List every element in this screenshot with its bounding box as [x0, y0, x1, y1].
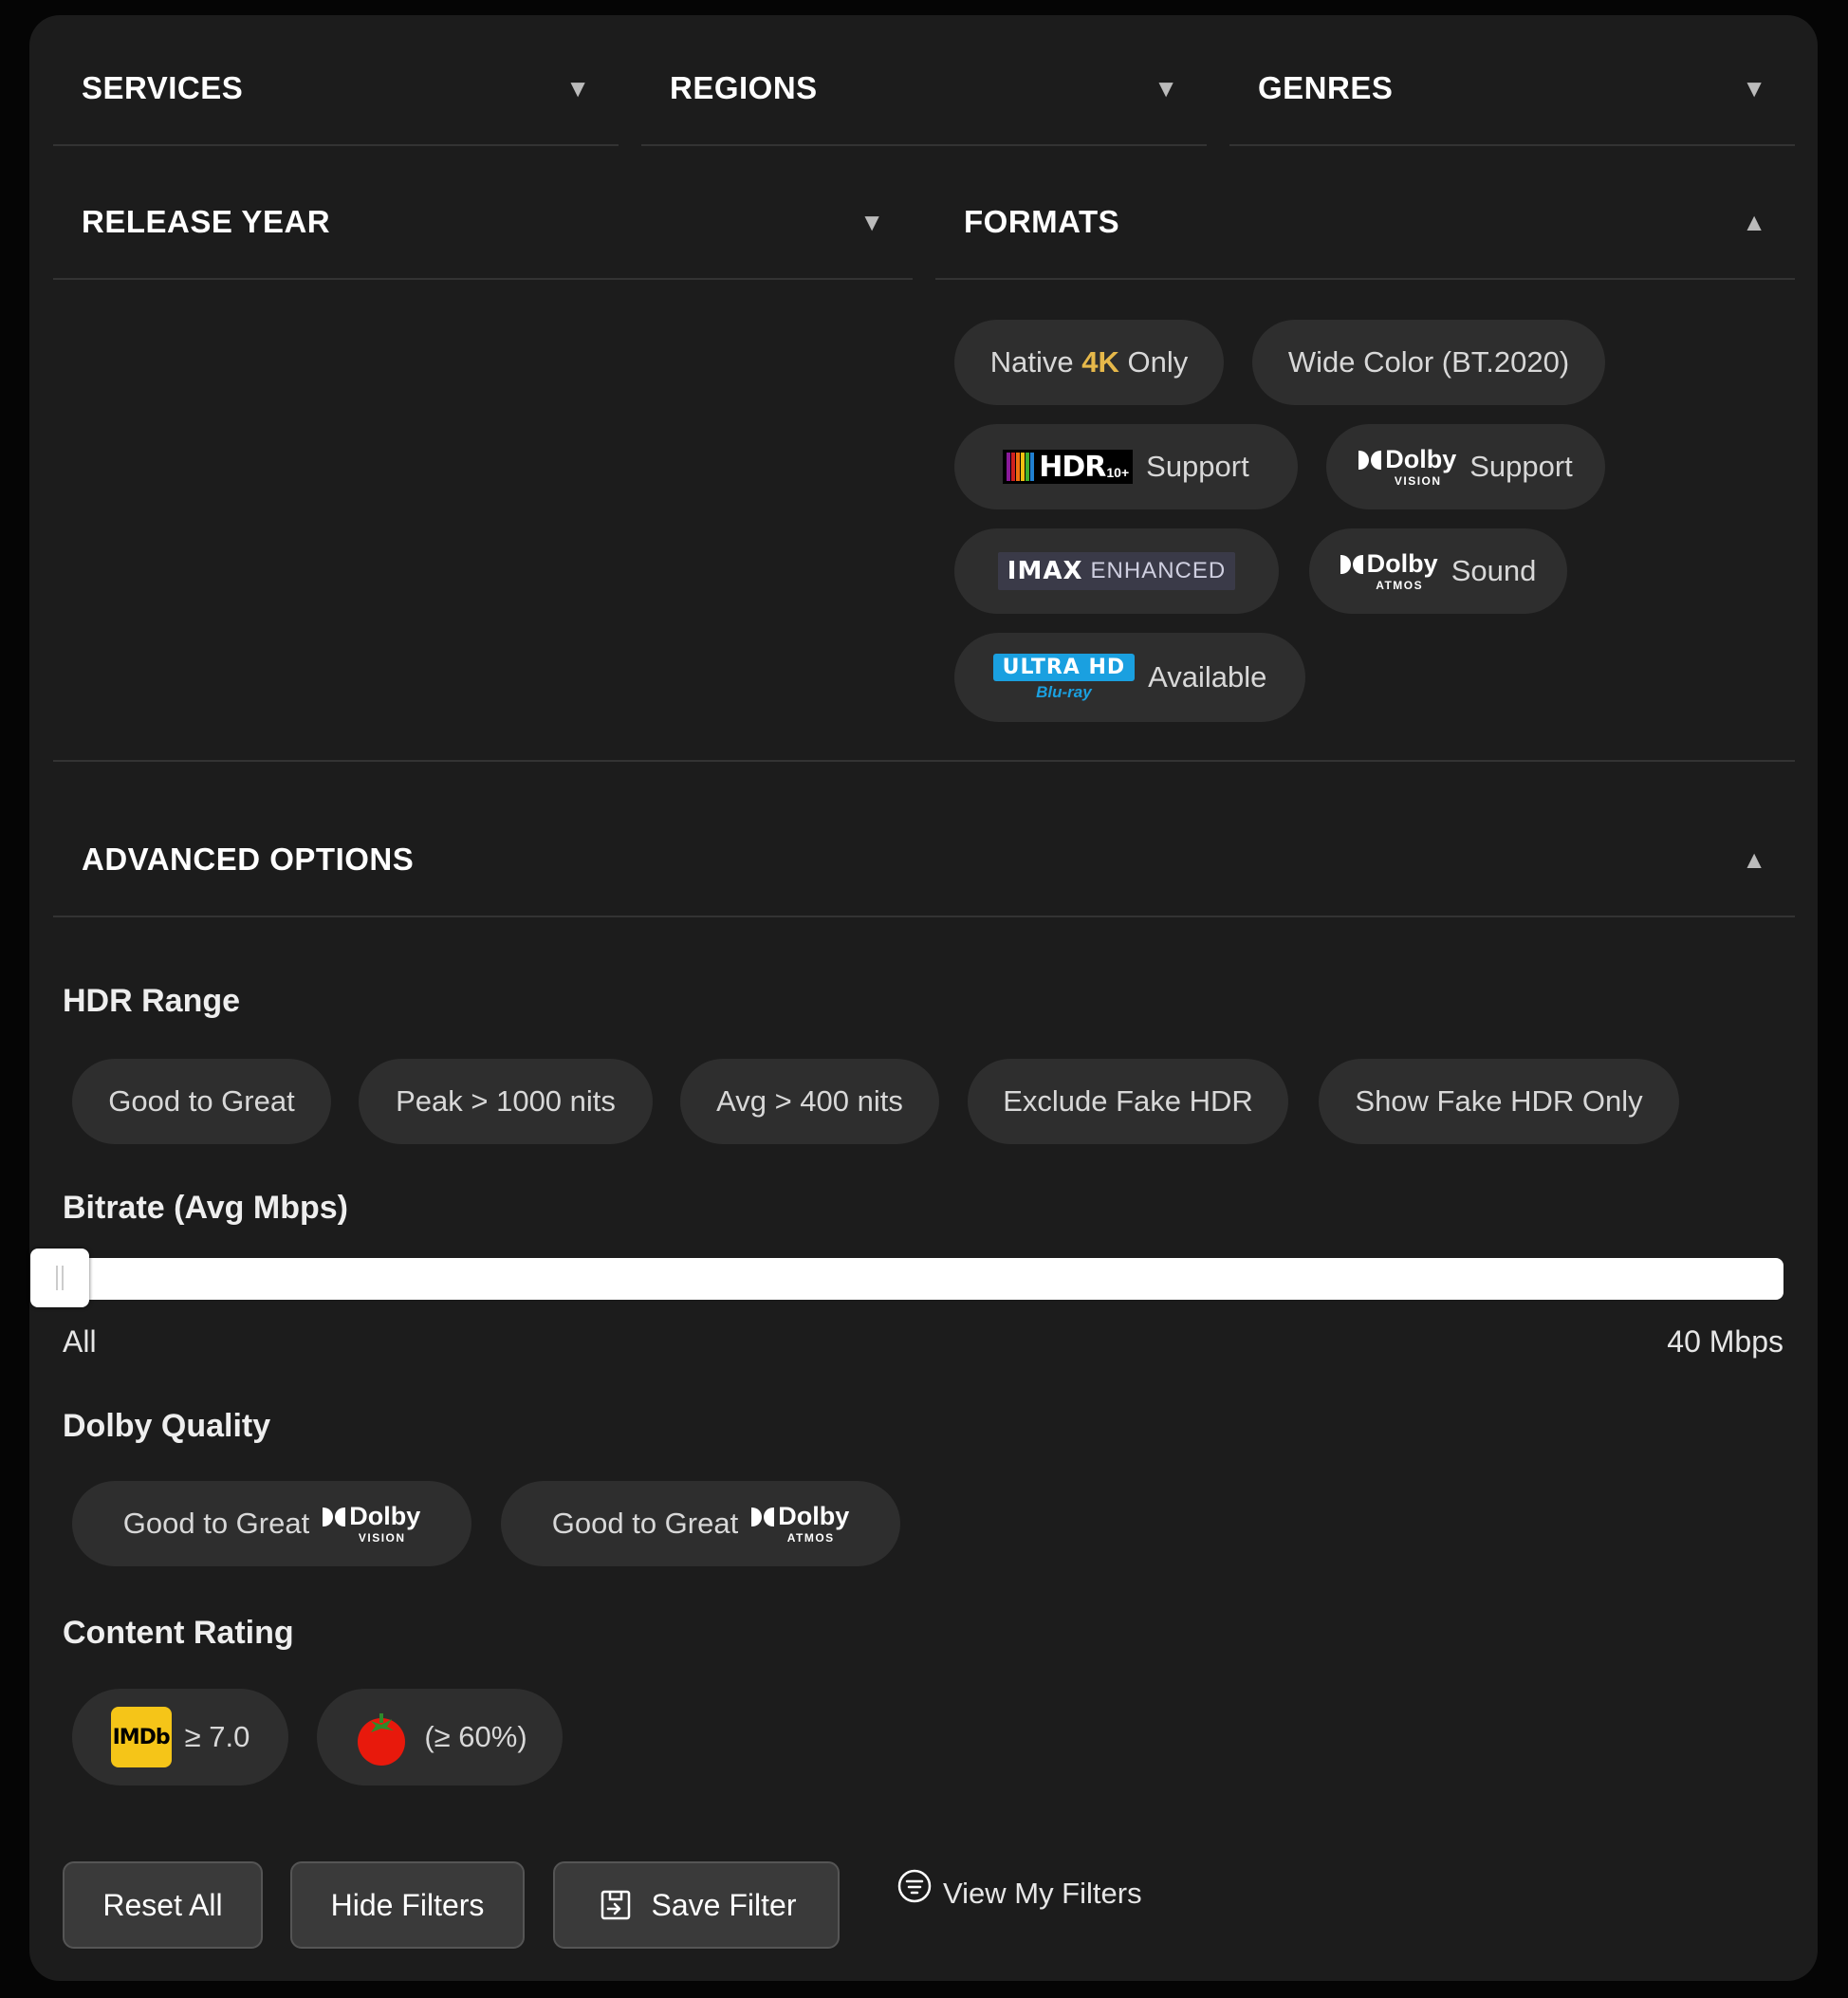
pill-label: Show Fake HDR Only: [1355, 1084, 1643, 1118]
hdr-good-to-great-pill[interactable]: Good to Great: [72, 1059, 331, 1144]
genres-dropdown[interactable]: GENRES ▼: [1229, 15, 1795, 146]
hdr10plus-label: Support: [1146, 450, 1249, 483]
uhd-logo-top: ULTRA HD: [992, 653, 1136, 681]
dolby-vision-sub: VISION: [1394, 474, 1442, 488]
dolby-atmos-logo: Dolby ATMOS: [1340, 551, 1438, 591]
hdr10plus-logo: HDR 10+: [1003, 450, 1134, 484]
show-fake-hdr-only-pill[interactable]: Show Fake HDR Only: [1319, 1059, 1679, 1144]
filter-list-icon: [897, 1869, 932, 1903]
chevron-up-icon: ▲: [1742, 208, 1766, 236]
hdr-avg-400-pill[interactable]: Avg > 400 nits: [680, 1059, 939, 1144]
uhd-bluray-label: Available: [1148, 660, 1267, 694]
save-filter-button[interactable]: Save Filter: [553, 1861, 840, 1949]
imdb-rating-pill[interactable]: IMDb ≥ 7.0: [72, 1689, 288, 1785]
imax-logo-a: IMAX: [1007, 557, 1083, 585]
wide-color-pill[interactable]: Wide Color (BT.2020): [1252, 320, 1605, 405]
advanced-options-title: ADVANCED OPTIONS: [82, 842, 415, 877]
tomato-icon: [358, 1713, 406, 1766]
imdb-logo-icon: IMDb: [110, 1707, 172, 1767]
dolby-vision-pill[interactable]: Dolby VISION Support: [1326, 424, 1605, 509]
reset-all-label: Reset All: [102, 1887, 223, 1922]
filter-panel: SERVICES ▼ REGIONS ▼ GENRES ▼ RELEASE YE…: [29, 15, 1818, 1981]
rotten-tomatoes-label: (≥ 60%): [424, 1720, 527, 1753]
native-4k-pill[interactable]: Native 4K Only: [954, 320, 1224, 405]
services-label: SERVICES: [82, 70, 244, 105]
bitrate-slider-thumb[interactable]: [30, 1249, 89, 1307]
native-4k-highlight: 4K: [1081, 345, 1119, 379]
uhd-logo-bottom: Blu-ray: [1036, 682, 1092, 701]
regions-label: REGIONS: [670, 70, 818, 105]
imdb-rating-label: ≥ 7.0: [184, 1720, 250, 1753]
hdr10-logo-text: HDR: [1039, 450, 1106, 484]
chevron-down-icon: ▼: [1154, 74, 1178, 102]
formats-label: FORMATS: [964, 204, 1120, 239]
save-filter-icon: [601, 1890, 630, 1920]
hide-filters-button[interactable]: Hide Filters: [290, 1861, 525, 1949]
dolby-atmos-pill[interactable]: Dolby ATMOS Sound: [1309, 528, 1567, 614]
pill-label: Good to Great: [108, 1084, 295, 1118]
native-suffix: Only: [1118, 345, 1189, 379]
hide-filters-label: Hide Filters: [330, 1887, 485, 1922]
dolby-atmos-quality-pill[interactable]: Good to Great Dolby ATMOS: [501, 1481, 900, 1566]
dolby-vision-logo: Dolby VISION: [1358, 447, 1456, 487]
chevron-down-icon: ▼: [859, 208, 884, 236]
uhd-bluray-logo: ULTRA HD Blu-ray: [992, 653, 1136, 702]
advanced-options-toggle[interactable]: ADVANCED OPTIONS ▲: [53, 786, 1795, 917]
release-year-label: RELEASE YEAR: [82, 204, 331, 239]
content-rating-title: Content Rating: [63, 1615, 294, 1651]
imax-logo-b: ENHANCED: [1090, 558, 1227, 583]
genres-label: GENRES: [1258, 70, 1394, 105]
dolby-word: Dolby: [1366, 549, 1438, 578]
imax-enhanced-pill[interactable]: IMAX ENHANCED: [954, 528, 1279, 614]
bitrate-title: Bitrate (Avg Mbps): [63, 1190, 348, 1226]
native-prefix: Native: [989, 345, 1082, 379]
dolby-vision-sub: VISION: [358, 1531, 406, 1545]
pill-label: Peak > 1000 nits: [396, 1084, 616, 1118]
pill-label: Good to Great: [551, 1507, 739, 1540]
reset-all-button[interactable]: Reset All: [63, 1861, 263, 1949]
hdr-peak-1000-pill[interactable]: Peak > 1000 nits: [359, 1059, 653, 1144]
dolby-vision-logo: Dolby VISION: [323, 1504, 420, 1544]
bitrate-slider-track[interactable]: [32, 1258, 1783, 1300]
formats-dropdown[interactable]: FORMATS ▲: [935, 149, 1795, 280]
view-my-filters-label: View My Filters: [943, 1877, 1142, 1910]
wide-color-label: Wide Color (BT.2020): [1287, 345, 1570, 379]
services-dropdown[interactable]: SERVICES ▼: [53, 15, 619, 146]
native-4k-label: Native 4K Only: [990, 345, 1188, 379]
chevron-down-icon: ▼: [565, 74, 590, 102]
divider: [53, 760, 1795, 762]
dolby-vision-label: Support: [1469, 450, 1573, 483]
chevron-up-icon: ▲: [1742, 845, 1766, 874]
imax-enhanced-logo: IMAX ENHANCED: [997, 552, 1236, 590]
dolby-word: Dolby: [1385, 445, 1457, 473]
view-my-filters-link[interactable]: View My Filters: [896, 1869, 1142, 1911]
release-year-dropdown[interactable]: RELEASE YEAR ▼: [53, 149, 913, 280]
dolby-atmos-sub: ATMOS: [1376, 579, 1424, 592]
rotten-tomatoes-pill[interactable]: (≥ 60%): [317, 1689, 563, 1785]
hdr10-logo-sub: 10+: [1106, 465, 1130, 480]
dolby-atmos-label: Sound: [1451, 554, 1537, 587]
pill-label: Good to Great: [122, 1507, 310, 1540]
save-filter-label: Save Filter: [651, 1887, 797, 1922]
chevron-down-icon: ▼: [1742, 74, 1766, 102]
pill-label: Avg > 400 nits: [716, 1084, 903, 1118]
uhd-bluray-pill[interactable]: ULTRA HD Blu-ray Available: [954, 633, 1305, 722]
bitrate-min-label: All: [63, 1324, 97, 1359]
dolby-word: Dolby: [349, 1502, 421, 1530]
dolby-vision-quality-pill[interactable]: Good to Great Dolby VISION: [72, 1481, 471, 1566]
dolby-atmos-sub: ATMOS: [786, 1531, 835, 1545]
exclude-fake-hdr-pill[interactable]: Exclude Fake HDR: [968, 1059, 1288, 1144]
pill-label: Exclude Fake HDR: [1003, 1084, 1253, 1118]
hdr10plus-pill[interactable]: HDR 10+ Support: [954, 424, 1298, 509]
regions-dropdown[interactable]: REGIONS ▼: [641, 15, 1207, 146]
hdr-range-title: HDR Range: [63, 983, 241, 1019]
dolby-atmos-logo: Dolby ATMOS: [751, 1504, 849, 1544]
bitrate-max-label: 40 Mbps: [1667, 1324, 1783, 1359]
dolby-quality-title: Dolby Quality: [63, 1408, 271, 1444]
dolby-word: Dolby: [778, 1502, 850, 1530]
